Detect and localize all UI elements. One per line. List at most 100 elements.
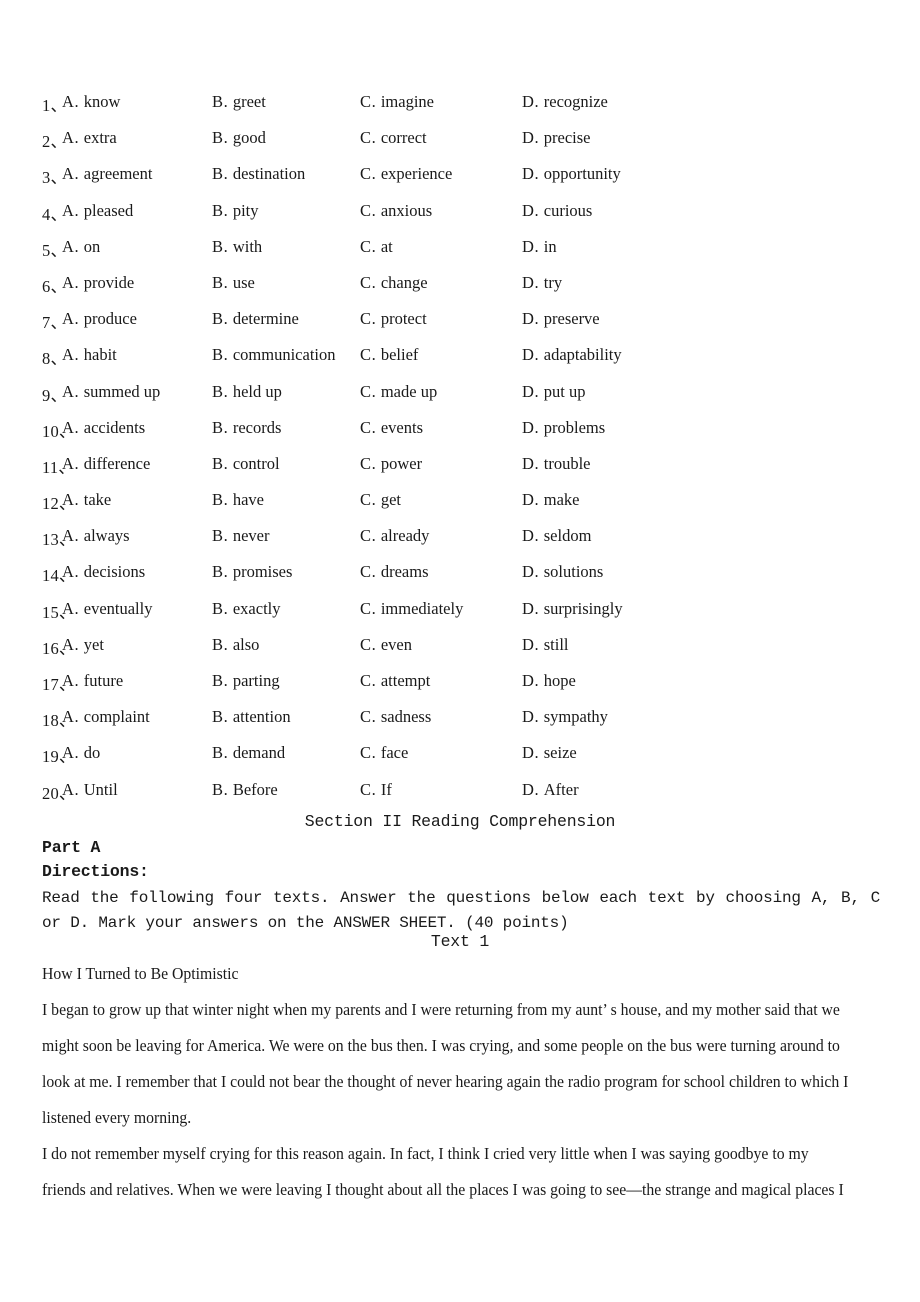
option-text-a: always: [83, 526, 130, 546]
cloze-option-b[interactable]: B. promises: [212, 562, 292, 582]
cloze-option-b[interactable]: B. with: [212, 237, 262, 257]
cloze-option-d[interactable]: D. After: [522, 780, 579, 800]
cloze-option-c[interactable]: C. change: [360, 273, 428, 293]
cloze-option-c[interactable]: C. already: [360, 526, 429, 546]
cloze-option-b[interactable]: B. parting: [212, 671, 280, 691]
cloze-option-d[interactable]: D. curious: [522, 201, 592, 221]
option-marker-d: D.: [522, 164, 540, 184]
cloze-option-d[interactable]: D. in: [522, 237, 557, 257]
option-text-b: pity: [232, 200, 259, 220]
cloze-option-b[interactable]: B. control: [212, 454, 280, 474]
cloze-option-a[interactable]: A. know: [62, 92, 120, 112]
cloze-option-d[interactable]: D. make: [522, 490, 579, 510]
option-text-b: have: [232, 490, 264, 510]
cloze-option-a[interactable]: A. accidents: [62, 418, 145, 438]
cloze-option-c[interactable]: C. experience: [360, 164, 452, 184]
cloze-option-b[interactable]: B. communication: [212, 345, 336, 365]
cloze-option-a[interactable]: A. do: [62, 743, 100, 763]
cloze-option-a[interactable]: A. extra: [62, 128, 117, 148]
cloze-option-a[interactable]: A. eventually: [62, 599, 152, 619]
cloze-option-a[interactable]: A. yet: [62, 635, 104, 655]
passage-line: I do not remember myself crying for this…: [42, 1144, 809, 1163]
option-marker-c: C.: [360, 92, 377, 111]
cloze-option-d[interactable]: D. put up: [522, 382, 585, 402]
cloze-option-a[interactable]: A. future: [62, 671, 123, 691]
cloze-option-c[interactable]: C. anxious: [360, 201, 432, 221]
cloze-option-b[interactable]: B. demand: [212, 743, 285, 763]
option-text-d: After: [543, 779, 579, 799]
cloze-option-b[interactable]: B. destination: [212, 164, 305, 184]
cloze-option-d[interactable]: D. problems: [522, 418, 605, 438]
cloze-option-b[interactable]: B. never: [212, 526, 270, 546]
option-marker-a: A.: [62, 490, 80, 510]
option-text-a: complaint: [83, 707, 150, 727]
cloze-option-d[interactable]: D. sympathy: [522, 707, 608, 727]
cloze-option-b[interactable]: B. records: [212, 418, 281, 438]
cloze-option-c[interactable]: C. events: [360, 418, 423, 438]
cloze-option-c[interactable]: C. dreams: [360, 562, 429, 582]
cloze-option-c[interactable]: C. attempt: [360, 671, 430, 691]
cloze-option-a[interactable]: A. always: [62, 526, 130, 546]
cloze-option-a[interactable]: A. take: [62, 490, 111, 510]
cloze-option-b[interactable]: B. held up: [212, 382, 282, 402]
cloze-option-b[interactable]: B. Before: [212, 780, 278, 800]
cloze-option-a[interactable]: A. difference: [62, 454, 150, 474]
cloze-option-c[interactable]: C. correct: [360, 128, 427, 148]
cloze-option-b[interactable]: B. attention: [212, 707, 291, 727]
cloze-option-c[interactable]: C. power: [360, 454, 422, 474]
cloze-option-c[interactable]: C. If: [360, 780, 392, 800]
cloze-option-d[interactable]: D. opportunity: [522, 164, 621, 184]
cloze-option-c[interactable]: C. sadness: [360, 707, 431, 727]
cloze-option-d[interactable]: D. preserve: [522, 309, 600, 329]
cloze-option-c[interactable]: C. face: [360, 743, 408, 763]
cloze-option-b[interactable]: B. determine: [212, 309, 299, 329]
option-text-a: on: [83, 236, 101, 256]
cloze-option-d[interactable]: D. adaptability: [522, 345, 622, 365]
cloze-option-d[interactable]: D. recognize: [522, 92, 608, 112]
cloze-option-b[interactable]: B. also: [212, 635, 259, 655]
cloze-option-c[interactable]: C. get: [360, 490, 401, 510]
cloze-option-a[interactable]: A. summed up: [62, 382, 160, 402]
cloze-option-a[interactable]: A. agreement: [62, 164, 152, 184]
cloze-option-d[interactable]: D. surprisingly: [522, 599, 623, 619]
cloze-option-a[interactable]: A. provide: [62, 273, 134, 293]
cloze-option-b[interactable]: B. have: [212, 490, 264, 510]
cloze-option-a[interactable]: A. Until: [62, 780, 118, 800]
cloze-option-c[interactable]: C. protect: [360, 309, 427, 329]
cloze-option-d[interactable]: D. still: [522, 635, 569, 655]
cloze-option-b[interactable]: B. use: [212, 273, 255, 293]
option-marker-c: C.: [360, 743, 377, 763]
cloze-option-b[interactable]: B. good: [212, 128, 266, 148]
option-marker-d: D.: [522, 92, 540, 111]
cloze-option-a[interactable]: A. habit: [62, 345, 117, 365]
cloze-option-c[interactable]: C. immediately: [360, 599, 463, 619]
option-text-d: curious: [543, 200, 593, 220]
cloze-option-b[interactable]: B. exactly: [212, 599, 280, 619]
cloze-option-d[interactable]: D. trouble: [522, 454, 591, 474]
cloze-option-a[interactable]: A. pleased: [62, 201, 133, 221]
cloze-option-d[interactable]: D. seize: [522, 743, 577, 763]
cloze-option-d[interactable]: D. solutions: [522, 562, 603, 582]
option-text-c: already: [380, 526, 430, 546]
cloze-option-a[interactable]: A. complaint: [62, 707, 150, 727]
cloze-option-b[interactable]: B. pity: [212, 201, 259, 221]
cloze-option-b[interactable]: B. greet: [212, 92, 266, 112]
cloze-option-a[interactable]: A. on: [62, 237, 100, 257]
cloze-option-c[interactable]: C. imagine: [360, 92, 434, 112]
cloze-option-a[interactable]: A. produce: [62, 309, 137, 329]
cloze-option-d[interactable]: D. hope: [522, 671, 576, 691]
option-marker-d: D.: [522, 490, 540, 510]
cloze-option-c[interactable]: C. made up: [360, 382, 437, 402]
cloze-option-c[interactable]: C. even: [360, 635, 412, 655]
cloze-option-d[interactable]: D. try: [522, 273, 562, 293]
option-text-d: solutions: [543, 562, 604, 582]
cloze-option-c[interactable]: C. at: [360, 237, 393, 257]
option-marker-b: B.: [212, 164, 229, 184]
cloze-option-d[interactable]: D. precise: [522, 128, 590, 148]
option-text-c: sadness: [380, 707, 432, 727]
cloze-option-c[interactable]: C. belief: [360, 345, 418, 365]
cloze-option-a[interactable]: A. decisions: [62, 562, 145, 582]
option-marker-a: A.: [62, 92, 80, 111]
cloze-option-d[interactable]: D. seldom: [522, 526, 591, 546]
option-marker-a: A.: [62, 634, 80, 654]
